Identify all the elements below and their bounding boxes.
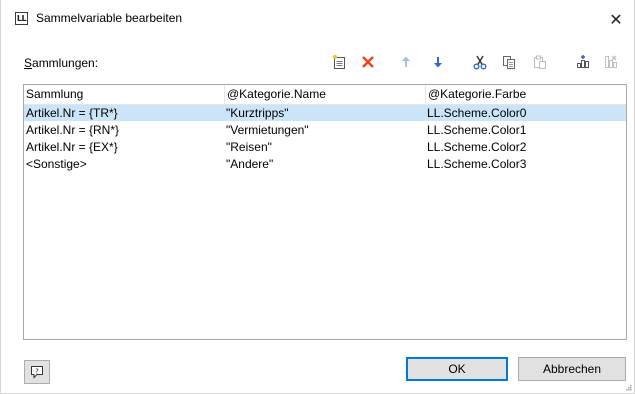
cut-icon — [473, 55, 487, 70]
move-up-button[interactable] — [394, 50, 418, 74]
new-item-button[interactable] — [327, 50, 351, 74]
remove-column-icon — [605, 55, 617, 68]
help-button[interactable]: ? — [24, 360, 50, 384]
close-button[interactable]: ✕ — [596, 0, 635, 38]
move-down-icon — [434, 57, 442, 68]
ok-button[interactable]: OK — [406, 357, 508, 381]
table-cell: LL.Scheme.Color0 — [427, 106, 527, 120]
table-cell: "Andere" — [226, 157, 274, 171]
cancel-button[interactable]: Abbrechen — [518, 357, 626, 381]
paste-button[interactable] — [528, 50, 552, 74]
table-cell: Artikel.Nr = {EX*} — [26, 140, 118, 154]
copy-icon — [503, 56, 515, 69]
paste-icon — [534, 55, 546, 69]
svg-text:?: ? — [35, 367, 39, 375]
insert-column-button[interactable] — [571, 50, 595, 74]
table-cell: "Reisen" — [226, 140, 272, 154]
toolbar — [1, 50, 635, 74]
insert-column-icon — [577, 55, 589, 68]
table-header: Sammlung @Kategorie.Name @Kategorie.Farb… — [24, 85, 626, 105]
table-cell: "Vermietungen" — [226, 123, 309, 137]
table-row[interactable]: <Sonstige> "Andere" LL.Scheme.Color3 — [24, 156, 626, 172]
cut-button[interactable] — [468, 50, 492, 74]
move-up-icon — [402, 56, 410, 67]
table-cell: LL.Scheme.Color1 — [427, 123, 527, 137]
table-row[interactable]: Artikel.Nr = {RN*} "Vermietungen" LL.Sch… — [24, 122, 626, 138]
column-header[interactable]: Sammlung — [24, 85, 224, 104]
new-item-icon — [332, 54, 345, 69]
table-cell: Artikel.Nr = {RN*} — [26, 123, 120, 137]
collections-table: Sammlung @Kategorie.Name @Kategorie.Farb… — [23, 84, 627, 340]
table-cell: LL.Scheme.Color2 — [427, 140, 527, 154]
table-row[interactable]: Artikel.Nr = {EX*} "Reisen" LL.Scheme.Co… — [24, 139, 626, 155]
column-header[interactable]: @Kategorie.Farbe — [425, 85, 626, 104]
delete-icon — [362, 56, 374, 68]
dialog: LL Sammelvariable bearbeiten ✕ Sammlunge… — [0, 0, 635, 394]
title-bar: LL Sammelvariable bearbeiten ✕ — [1, 0, 635, 38]
column-header[interactable]: @Kategorie.Name — [224, 85, 425, 104]
table-cell: <Sonstige> — [26, 157, 87, 171]
delete-button[interactable] — [356, 50, 380, 74]
app-icon: LL — [15, 12, 28, 25]
resize-grip-icon[interactable] — [626, 385, 632, 391]
table-row[interactable]: Artikel.Nr = {TR*} "Kurztripps" LL.Schem… — [24, 105, 626, 121]
table-cell: "Kurztripps" — [226, 106, 289, 120]
remove-column-button[interactable] — [599, 50, 623, 74]
copy-button[interactable] — [497, 50, 521, 74]
help-icon: ? — [31, 366, 43, 379]
move-down-button[interactable] — [426, 50, 450, 74]
window-title: Sammelvariable bearbeiten — [36, 11, 183, 25]
table-cell: LL.Scheme.Color3 — [427, 157, 527, 171]
close-icon: ✕ — [609, 9, 623, 29]
table-cell: Artikel.Nr = {TR*} — [26, 106, 118, 120]
